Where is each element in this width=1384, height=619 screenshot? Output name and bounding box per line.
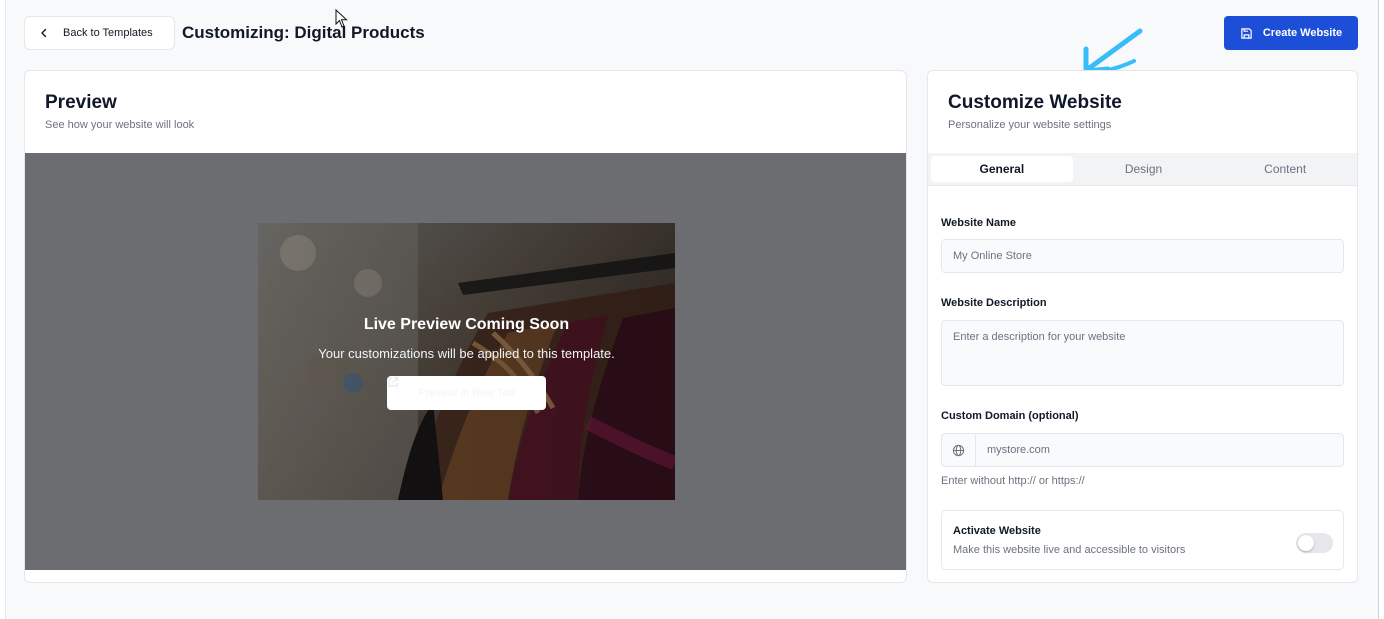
preview-card: Preview See how your website will look L… xyxy=(24,70,907,583)
customize-subtitle: Personalize your website settings xyxy=(948,119,1112,131)
website-name-input[interactable]: My Online Store xyxy=(941,239,1344,273)
back-button-label: Back to Templates xyxy=(63,27,153,39)
preview-new-tab-button[interactable]: Preview in New Tab xyxy=(387,376,546,410)
website-description-input[interactable]: Enter a description for your website xyxy=(941,320,1344,386)
globe-icon xyxy=(942,434,976,466)
activate-toggle[interactable] xyxy=(1296,533,1333,553)
website-description-label: Website Description xyxy=(941,297,1047,309)
toggle-knob xyxy=(1298,535,1314,551)
preview-subtitle: See how your website will look xyxy=(45,119,195,131)
chevron-left-icon xyxy=(41,28,47,38)
page-title: Customizing: Digital Products xyxy=(182,23,425,42)
website-name-label: Website Name xyxy=(941,217,1016,229)
mouse-cursor-icon xyxy=(335,9,348,28)
create-website-label: Create Website xyxy=(1262,27,1343,39)
customize-title: Customize Website xyxy=(948,92,1122,113)
activate-website-section: Activate Website Make this website live … xyxy=(941,510,1344,570)
external-link-icon xyxy=(388,376,399,387)
tab-design[interactable]: Design xyxy=(1073,156,1215,182)
save-icon xyxy=(1241,27,1252,39)
clothing-rack-photo xyxy=(258,223,675,500)
domain-hint: Enter without http:// or https:// xyxy=(941,475,1085,487)
window-left-edge xyxy=(0,0,6,619)
overlay-subtitle: Your customizations will be applied to t… xyxy=(318,346,615,361)
preview-title: Preview xyxy=(45,92,117,113)
activate-subtitle: Make this website live and accessible to… xyxy=(953,544,1186,556)
tab-general[interactable]: General xyxy=(931,156,1073,182)
custom-domain-input[interactable]: mystore.com xyxy=(976,434,1343,466)
custom-domain-field[interactable]: mystore.com xyxy=(941,433,1344,467)
top-bar: Back to Templates Customizing: Digital P… xyxy=(24,16,1358,50)
preview-area: Live Preview Coming Soon Your customizat… xyxy=(25,153,906,570)
back-to-templates-button[interactable]: Back to Templates xyxy=(24,16,175,50)
create-website-button[interactable]: Create Website xyxy=(1224,16,1358,50)
activate-title: Activate Website xyxy=(953,525,1041,537)
settings-tabs: General Design Content xyxy=(928,153,1357,186)
overlay-title: Live Preview Coming Soon xyxy=(363,316,570,333)
tab-content[interactable]: Content xyxy=(1214,156,1356,182)
custom-domain-label: Custom Domain (optional) xyxy=(941,410,1079,422)
template-preview-image: Live Preview Coming Soon Your customizat… xyxy=(258,223,675,500)
preview-button-label: Preview in New Tab xyxy=(418,387,515,399)
customize-card: Customize Website Personalize your websi… xyxy=(927,70,1358,583)
window-right-edge xyxy=(1378,0,1384,619)
